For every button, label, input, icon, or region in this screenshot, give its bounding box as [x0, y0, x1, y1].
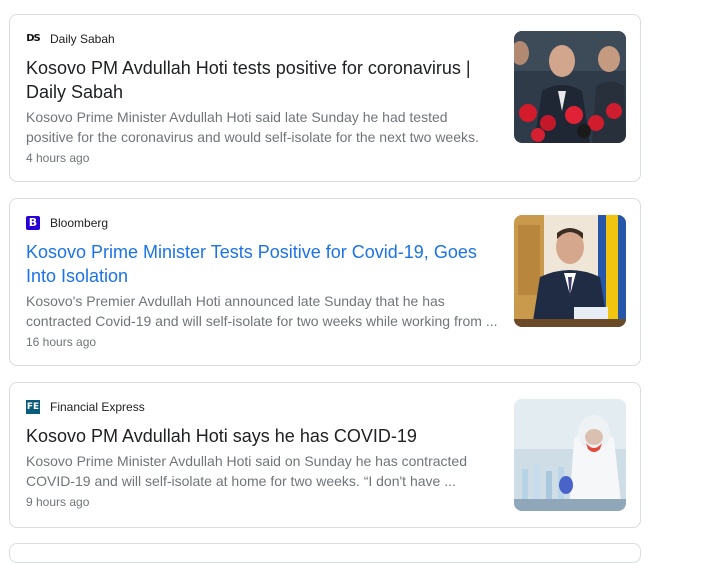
bloomberg-logo-icon: B: [26, 216, 40, 230]
article-thumbnail[interactable]: [514, 31, 626, 143]
article-thumbnail[interactable]: [514, 399, 626, 511]
source-row: FE Financial Express: [26, 400, 145, 414]
source-name: Daily Sabah: [50, 32, 115, 46]
article-time: 16 hours ago: [26, 335, 97, 349]
source-name: Bloomberg: [50, 216, 109, 230]
article-time: 9 hours ago: [26, 495, 90, 509]
news-card[interactable]: B Bloomberg Kosovo Prime Minister Tests …: [9, 198, 641, 366]
prime-minister-portrait-image: [514, 215, 626, 327]
article-time: 4 hours ago: [26, 151, 90, 165]
press-conference-image: [514, 31, 626, 143]
article-snippet: Kosovo's Premier Avdullah Hoti announced…: [26, 293, 498, 329]
source-name: Financial Express: [50, 400, 145, 414]
lab-worker-image: [514, 399, 626, 511]
source-row: DS Daily Sabah: [26, 32, 115, 46]
news-card[interactable]: [9, 543, 641, 563]
article-snippet: Kosovo Prime Minister Avdullah Hoti said…: [26, 109, 479, 145]
financial-express-logo-icon: FE: [26, 400, 40, 414]
news-card[interactable]: DS Daily Sabah Kosovo PM Avdullah Hoti t…: [9, 14, 641, 182]
daily-sabah-logo-icon: DS: [26, 33, 41, 44]
article-snippet: Kosovo Prime Minister Avdullah Hoti said…: [26, 453, 467, 489]
article-title[interactable]: Kosovo Prime Minister Tests Positive for…: [26, 240, 496, 288]
news-card[interactable]: FE Financial Express Kosovo PM Avdullah …: [9, 382, 641, 528]
article-title[interactable]: Kosovo PM Avdullah Hoti tests positive f…: [26, 56, 496, 104]
article-thumbnail[interactable]: [514, 215, 626, 327]
source-row: B Bloomberg: [26, 216, 108, 230]
article-title[interactable]: Kosovo PM Avdullah Hoti says he has COVI…: [26, 424, 496, 448]
